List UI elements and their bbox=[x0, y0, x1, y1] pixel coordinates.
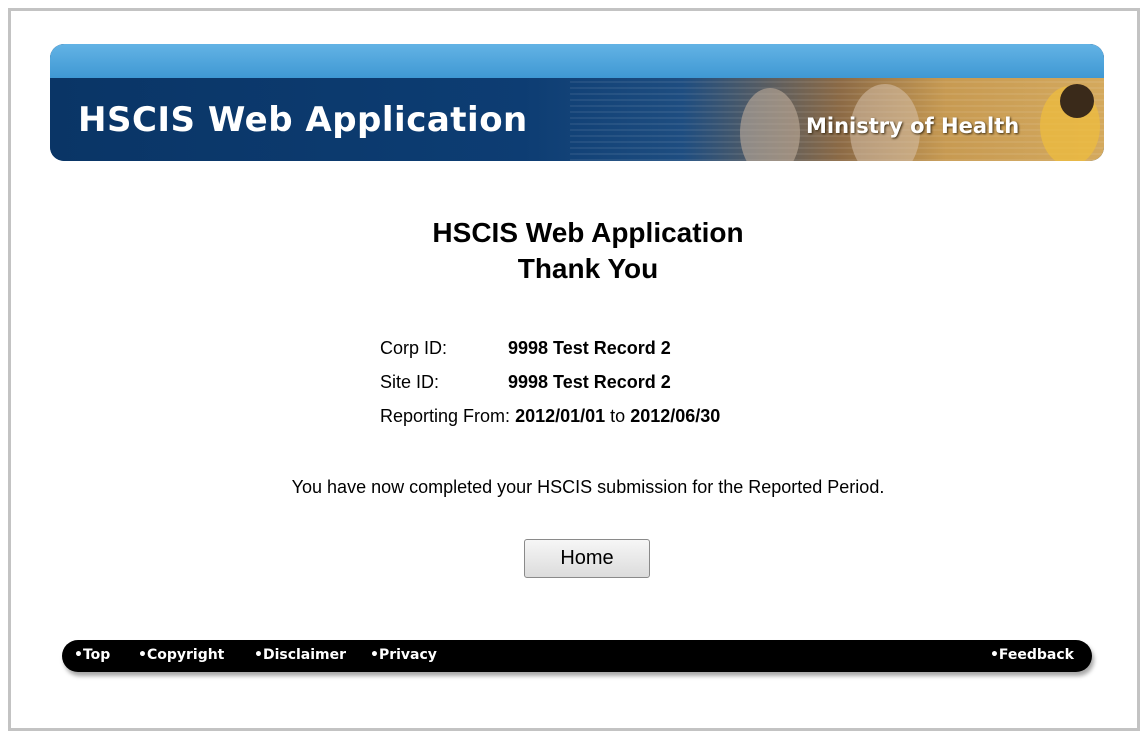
header-banner: HSCIS Web Application Ministry of Health bbox=[50, 44, 1104, 161]
banner-top-bar bbox=[50, 44, 1104, 78]
corp-id-value: 9998 Test Record 2 bbox=[508, 338, 671, 358]
reporting-to-date: 2012/06/30 bbox=[630, 406, 721, 426]
completion-message: You have now completed your HSCIS submis… bbox=[291, 477, 885, 497]
banner-title: HSCIS Web Application bbox=[78, 100, 528, 140]
banner-illustration-head bbox=[1060, 84, 1094, 118]
ministry-logo-text: Ministry of Health bbox=[806, 114, 1020, 138]
reporting-period-row: Reporting From: 2012/01/01 to 2012/06/30 bbox=[380, 404, 720, 438]
corp-id-row: Corp ID: 9998 Test Record 2 bbox=[380, 336, 720, 370]
site-id-label: Site ID: bbox=[380, 372, 440, 392]
submission-info: Corp ID: 9998 Test Record 2 Site ID: 9998 … bbox=[380, 336, 720, 438]
reporting-from-date: 2012/01/01 bbox=[515, 406, 606, 426]
site-id-value: 9998 Test Record 2 bbox=[508, 372, 671, 392]
footer-bar: •Top •Copyright •Disclaimer •Privacy •Fe… bbox=[62, 640, 1092, 672]
footer-link-privacy[interactable]: •Privacy bbox=[370, 647, 437, 663]
heading-subtitle: Thank You bbox=[517, 253, 659, 284]
reporting-to-word: to bbox=[610, 406, 626, 426]
footer-link-top[interactable]: •Top bbox=[74, 647, 110, 663]
home-button[interactable]: Home bbox=[524, 539, 650, 578]
site-id-row: Site ID: 9998 Test Record 2 bbox=[380, 370, 720, 404]
corp-id-label: Corp ID: bbox=[380, 338, 448, 358]
page-heading: HSCIS Web Application Thank You bbox=[0, 215, 1148, 287]
heading-title: HSCIS Web Application bbox=[432, 217, 744, 248]
footer-link-feedback[interactable]: •Feedback bbox=[990, 647, 1074, 663]
reporting-from-label: Reporting From: bbox=[380, 406, 511, 426]
footer-link-disclaimer[interactable]: •Disclaimer bbox=[254, 647, 346, 663]
footer-link-copyright[interactable]: •Copyright bbox=[138, 647, 224, 663]
